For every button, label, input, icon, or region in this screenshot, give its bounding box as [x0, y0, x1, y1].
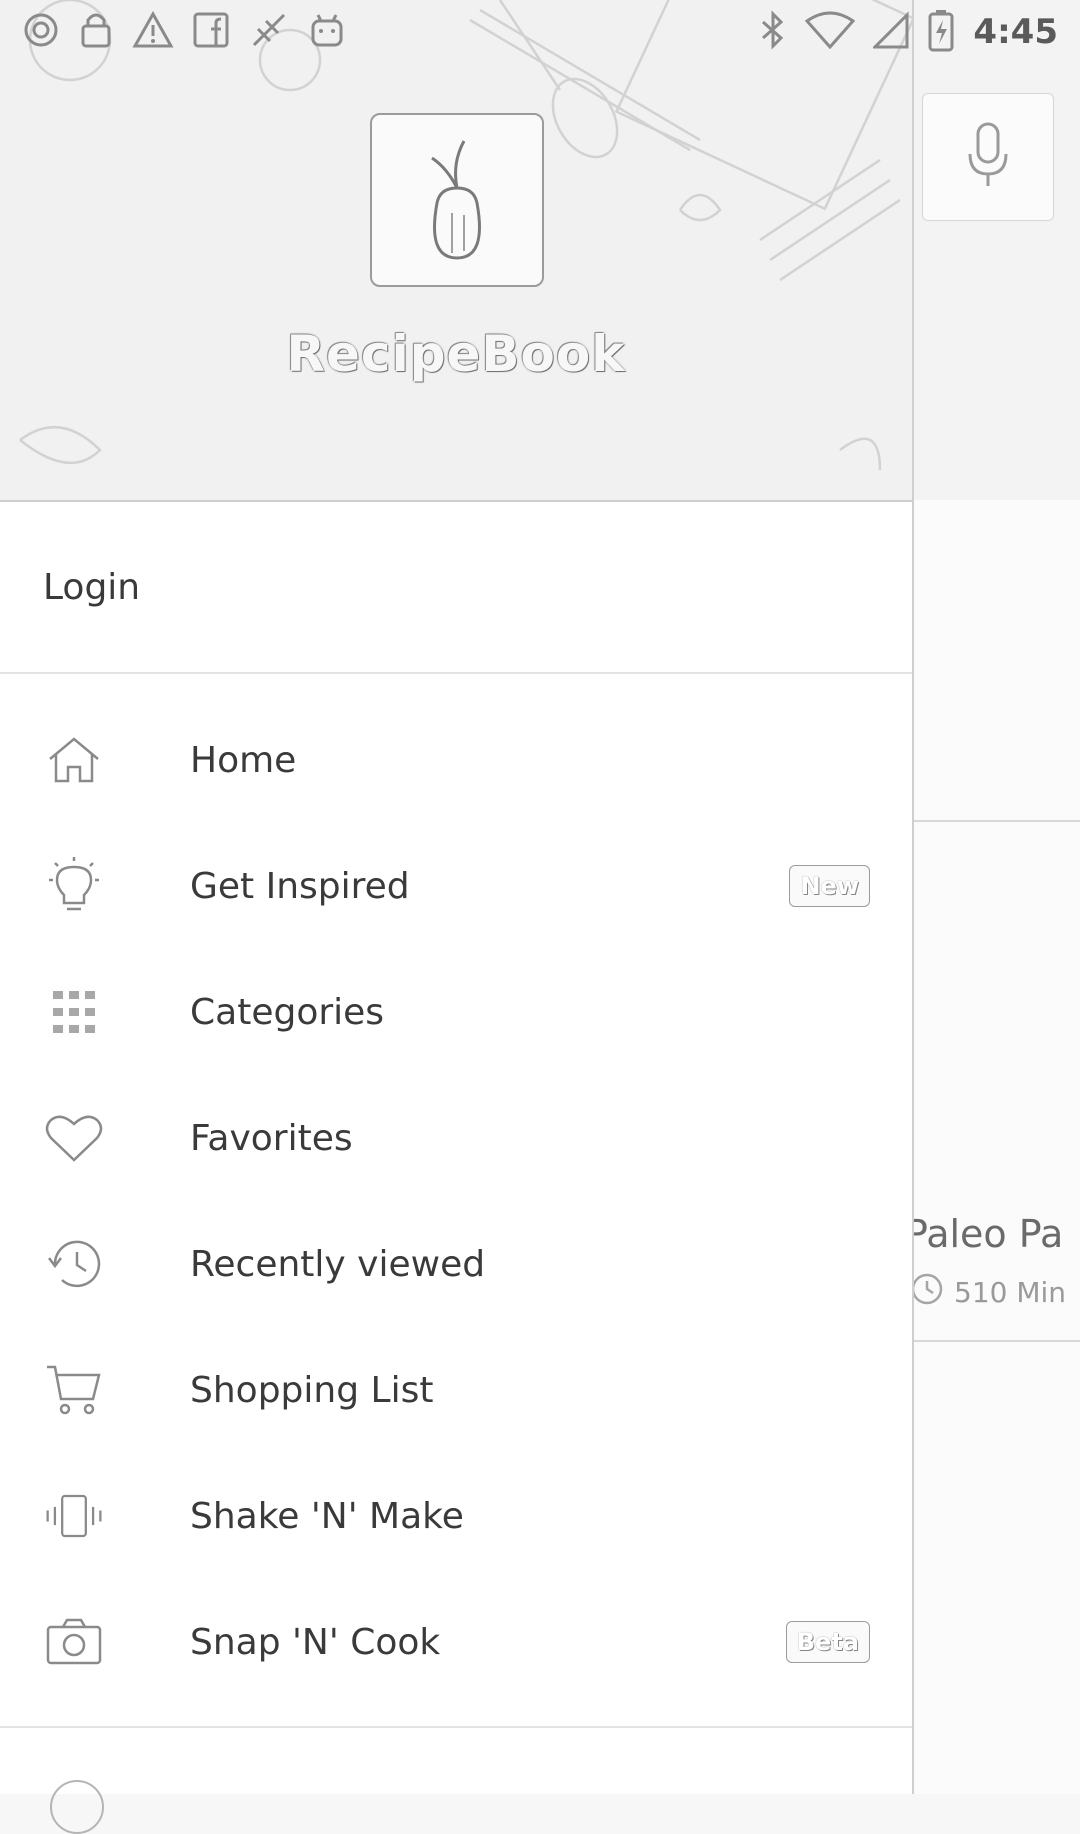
beta-badge: Beta: [785, 1621, 870, 1663]
menu-item-categories[interactable]: Categories: [0, 949, 912, 1075]
new-badge: New: [789, 865, 870, 907]
login-button[interactable]: Login: [0, 502, 912, 674]
warning-icon: [132, 10, 174, 53]
menu-label-recently-viewed: Recently viewed: [190, 1243, 486, 1285]
login-label: Login: [43, 566, 141, 608]
background-card-meta: 510 Min: [910, 1272, 1066, 1313]
menu-item-shopping-list[interactable]: Shopping List: [0, 1327, 912, 1453]
facebook-icon: [192, 11, 230, 53]
phone-vibrate-icon: [44, 1486, 104, 1546]
settings-icon[interactable]: [50, 1780, 104, 1834]
menu-item-home[interactable]: Home: [0, 697, 912, 823]
drawer-menu: Home Get Inspired New Categories Favorit…: [0, 697, 912, 1705]
menu-item-shake-n-make[interactable]: Shake 'N' Make: [0, 1453, 912, 1579]
status-bar-right: 4:45: [759, 8, 1058, 56]
history-icon: [44, 1234, 104, 1294]
lightbulb-icon: [44, 856, 104, 916]
grid-icon: [44, 982, 104, 1042]
home-icon: [44, 730, 104, 790]
fax-icon: [248, 9, 290, 55]
drawer-divider: [0, 1726, 912, 1728]
menu-item-recently-viewed[interactable]: Recently viewed: [0, 1201, 912, 1327]
clock-icon: [910, 1272, 944, 1313]
background-divider: [912, 820, 1080, 822]
camera-icon: [44, 1612, 104, 1672]
menu-label-get-inspired: Get Inspired: [190, 865, 410, 907]
wifi-icon: [805, 11, 856, 53]
bluetooth-icon: [759, 10, 787, 54]
cook-time: 510 Min: [954, 1276, 1067, 1309]
background-card-title[interactable]: Paleo Pa: [905, 1212, 1063, 1256]
menu-label-snap-n-cook: Snap 'N' Cook: [190, 1621, 441, 1663]
cart-icon: [44, 1360, 104, 1420]
heart-icon: [44, 1108, 104, 1168]
drawer-header: RecipeBook: [0, 0, 912, 502]
circle-notification-icon: [22, 11, 60, 53]
menu-label-favorites: Favorites: [190, 1117, 353, 1159]
lock-icon: [78, 10, 114, 54]
android-icon: [308, 11, 346, 53]
voice-search-button[interactable]: [922, 93, 1054, 221]
app-name: RecipeBook: [286, 325, 626, 383]
carrot-icon: [402, 133, 512, 267]
status-time: 4:45: [973, 12, 1058, 52]
navigation-drawer: RecipeBook Login Home Get Inspired New C…: [0, 0, 914, 1834]
battery-charging-icon: [927, 8, 955, 56]
menu-label-categories: Categories: [190, 991, 385, 1033]
status-bar: 4:45: [0, 0, 1080, 64]
menu-label-shake-n-make: Shake 'N' Make: [190, 1495, 464, 1537]
menu-item-snap-n-cook[interactable]: Snap 'N' Cook Beta: [0, 1579, 912, 1705]
status-bar-left: [22, 9, 346, 55]
menu-item-favorites[interactable]: Favorites: [0, 1075, 912, 1201]
menu-label-home: Home: [190, 739, 297, 781]
signal-icon: [871, 11, 909, 53]
microphone-icon: [966, 120, 1010, 194]
app-logo: [370, 113, 544, 287]
menu-item-get-inspired[interactable]: Get Inspired New: [0, 823, 912, 949]
menu-label-shopping-list: Shopping List: [190, 1369, 434, 1411]
background-divider: [912, 1340, 1080, 1342]
